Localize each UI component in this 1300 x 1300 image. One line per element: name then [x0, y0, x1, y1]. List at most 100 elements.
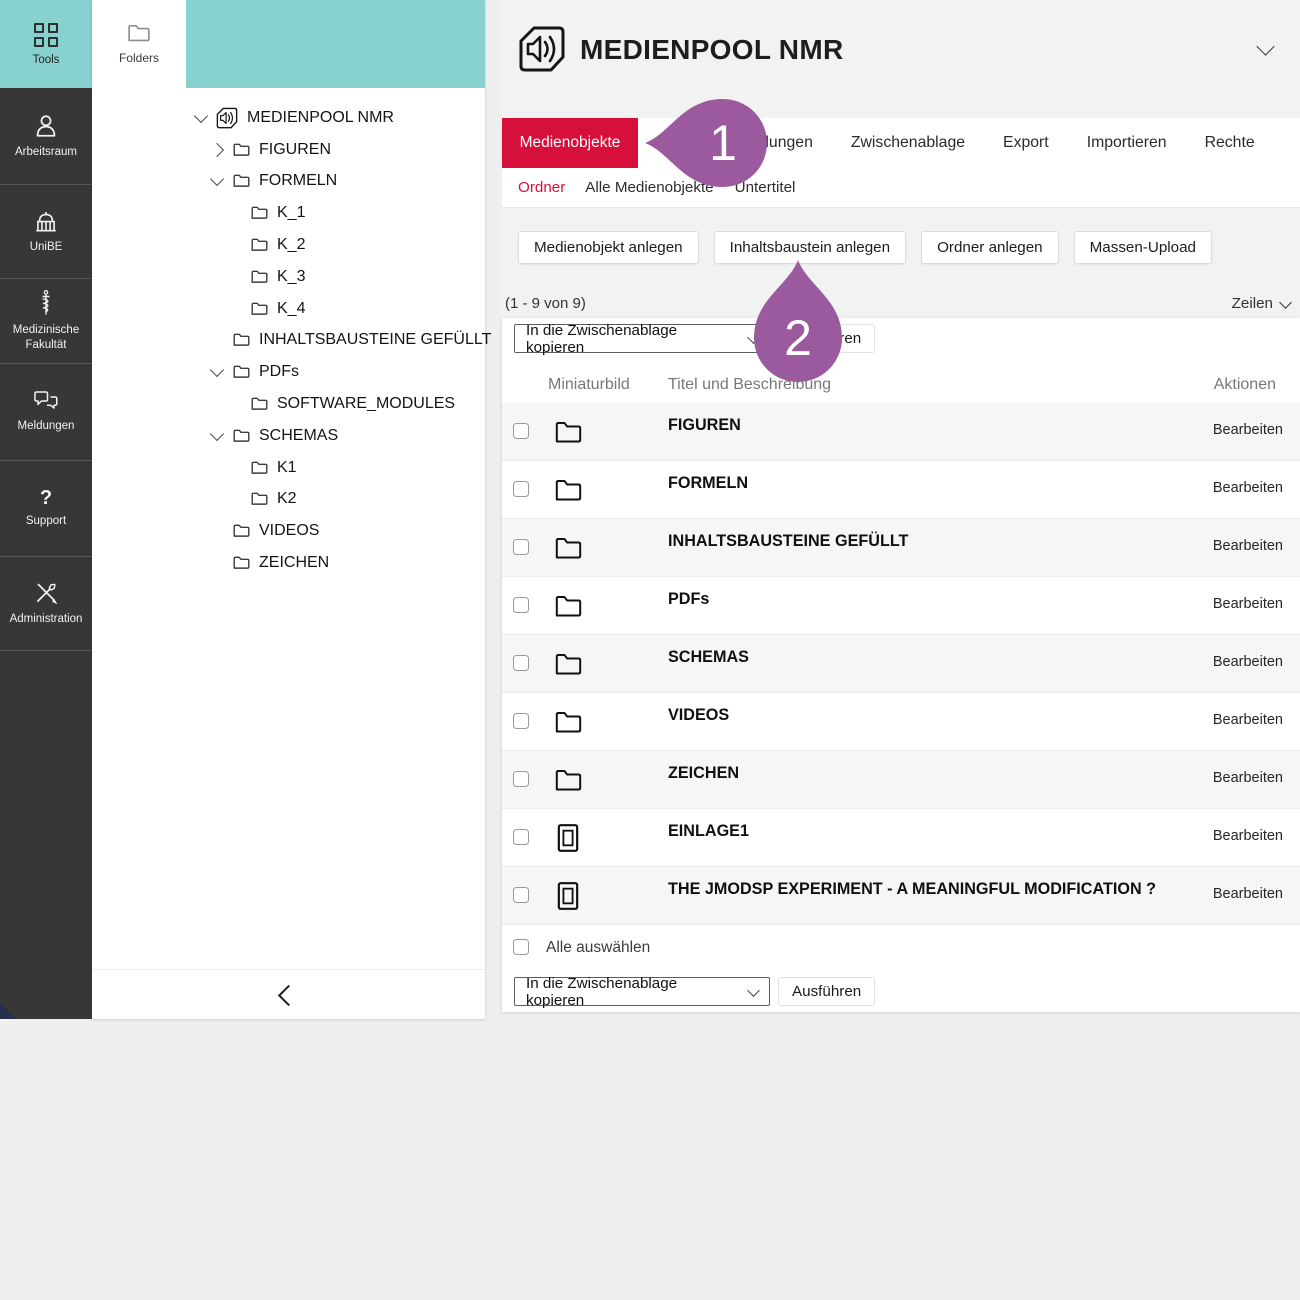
row-checkbox[interactable] [513, 481, 529, 497]
sidebar-item-unibe[interactable]: UniBE [0, 184, 92, 279]
folder-icon [555, 769, 582, 792]
sidebar-item-support[interactable]: ? Support [0, 460, 92, 557]
table-row: SCHEMAS Bearbeiten [502, 635, 1300, 693]
folder-icon [233, 143, 250, 157]
rows-label: Zeilen [1231, 295, 1273, 312]
row-checkbox[interactable] [513, 655, 529, 671]
row-checkbox[interactable] [513, 887, 529, 903]
tree-item-pdfs[interactable]: PDFs [92, 356, 485, 388]
sidebar-item-label: Meldungen [17, 420, 75, 433]
tree-item-inhaltsbausteine-gefuellt[interactable]: INHALTSBAUSTEINE GEFÜLLT [92, 325, 491, 357]
row-checkbox[interactable] [513, 713, 529, 729]
tab-medienobjekte[interactable]: Medienobjekte [502, 118, 638, 168]
tree-item-k_2[interactable]: K_2 [92, 229, 485, 261]
folder-icon [555, 537, 582, 560]
row-checkbox[interactable] [513, 423, 529, 439]
folder-icon [555, 421, 582, 444]
sidebar-item-label: Administration [9, 612, 83, 625]
tree-item-zeichen[interactable]: ZEICHEN [92, 547, 485, 579]
ordner-anlegen-button[interactable]: Ordner anlegen [921, 231, 1059, 264]
folder-panel-footer [92, 969, 485, 1020]
asclepius-staff-icon [42, 290, 50, 315]
row-checkbox[interactable] [513, 771, 529, 787]
row-checkbox[interactable] [513, 539, 529, 555]
tab-einstellungen[interactable]: Einstellungen [718, 118, 813, 168]
sidebar-item-meldungen[interactable]: Meldungen [0, 363, 92, 461]
bearbeiten-link[interactable]: Bearbeiten [1213, 596, 1283, 612]
chevron-down-icon[interactable] [193, 108, 209, 123]
bearbeiten-link[interactable]: Bearbeiten [1213, 770, 1283, 786]
folder-icon [555, 595, 582, 618]
bearbeiten-link[interactable]: Bearbeiten [1213, 480, 1283, 496]
chevron-right-icon[interactable] [209, 142, 225, 157]
chevron-down-icon[interactable] [209, 426, 225, 441]
subtab-untertitel[interactable]: Untertitel [735, 179, 796, 196]
document-icon [557, 881, 579, 911]
app-sidebar: Tools Arbeitsraum UniBE Medizinische Fak… [0, 0, 92, 1019]
table-row: ZEICHEN Bearbeiten [502, 751, 1300, 809]
bearbeiten-link[interactable]: Bearbeiten [1213, 712, 1283, 728]
tree-item-medienpool-nmr[interactable]: MEDIENPOOL NMR [92, 102, 485, 134]
document-icon [557, 823, 579, 853]
folder-icon [251, 238, 268, 252]
chevron-down-icon[interactable] [209, 172, 225, 187]
page-title: MEDIENPOOL NMR [580, 34, 844, 65]
tree-item-k_4[interactable]: K_4 [92, 293, 485, 325]
sidebar-item-label: Support [25, 514, 67, 527]
row-checkbox[interactable] [513, 829, 529, 845]
sidebar-item-tools[interactable]: Tools [0, 0, 92, 88]
sidebar-item-arbeitsraum[interactable]: Arbeitsraum [0, 88, 92, 185]
tree-item-figuren[interactable]: FIGUREN [92, 134, 485, 166]
sidebar-item-medizinische-fakultaet[interactable]: Medizinische Fakultät [0, 278, 92, 364]
bearbeiten-link[interactable]: Bearbeiten [1213, 654, 1283, 670]
massen-upload-button[interactable]: Massen-Upload [1073, 231, 1212, 264]
bearbeiten-link[interactable]: Bearbeiten [1213, 886, 1283, 902]
collapse-panel-icon[interactable] [277, 984, 300, 1006]
bearbeiten-link[interactable]: Bearbeiten [1213, 422, 1283, 438]
tree-item-software_modules[interactable]: SOFTWARE_MODULES [92, 388, 485, 420]
select-all-checkbox[interactable] [513, 939, 529, 955]
folder-icon [251, 461, 268, 475]
sidebar-corner-notch [0, 1003, 16, 1019]
row-checkbox[interactable] [513, 597, 529, 613]
subtab-alle-medienobjekte[interactable]: Alle Medienobjekte [585, 179, 713, 196]
sub-tabs: Ordner Alle Medienobjekte Untertitel [502, 168, 1300, 208]
tab-importieren[interactable]: Importieren [1087, 118, 1167, 168]
tab-folders[interactable]: Folders [92, 0, 186, 88]
col-miniaturbild: Miniaturbild [548, 376, 630, 393]
tab-zwischenablage[interactable]: Zwischenablage [851, 118, 965, 168]
tab-export[interactable]: Export [1003, 118, 1049, 168]
bulk-action-select[interactable]: In die Zwischenablage kopieren [514, 322, 770, 356]
tree-item-schemas[interactable]: SCHEMAS [92, 420, 485, 452]
folder-icon [233, 524, 250, 538]
bulk-action-select[interactable]: In die Zwischenablage kopieren [514, 975, 770, 1009]
tree-item-k1[interactable]: K1 [92, 452, 485, 484]
bearbeiten-link[interactable]: Bearbeiten [1213, 828, 1283, 844]
folder-icon [251, 270, 268, 284]
person-icon [36, 115, 56, 137]
sidebar-item-administration[interactable]: Administration [0, 556, 92, 651]
media-pool-icon [216, 107, 238, 129]
rows-per-page-control[interactable]: Zeilen [1231, 295, 1292, 312]
tab-rechte[interactable]: Rechte [1205, 118, 1255, 168]
bearbeiten-link[interactable]: Bearbeiten [1213, 538, 1283, 554]
folder-icon [233, 333, 250, 347]
tree-item-formeln[interactable]: FORMELN [92, 166, 485, 198]
main-tabs: Medienobjekte Einstellungen Zwischenabla… [502, 118, 1300, 169]
main-content: MEDIENPOOL NMR Medienobjekte Einstellung… [502, 0, 1300, 1012]
table-header: Miniaturbild Titel und Beschreibung Akti… [502, 370, 1300, 404]
table-row: FIGUREN Bearbeiten [502, 403, 1300, 461]
medienobjekt-anlegen-button[interactable]: Medienobjekt anlegen [518, 231, 699, 264]
folder-icon [555, 653, 582, 676]
tree-item-k_3[interactable]: K_3 [92, 261, 485, 293]
chevron-down-icon[interactable] [209, 363, 225, 378]
header-chevron-down-icon[interactable] [1256, 37, 1275, 56]
subtab-ordner[interactable]: Ordner [518, 179, 565, 196]
folder-icon [555, 711, 582, 734]
tree-item-k_1[interactable]: K_1 [92, 197, 485, 229]
inhaltsbaustein-anlegen-button[interactable]: Inhaltsbaustein anlegen [713, 231, 907, 264]
execute-button[interactable]: Ausführen [778, 977, 876, 1006]
tree-item-k2[interactable]: K2 [92, 484, 485, 516]
tree-item-videos[interactable]: VIDEOS [92, 515, 485, 547]
execute-button[interactable]: Ausführen [778, 324, 876, 353]
